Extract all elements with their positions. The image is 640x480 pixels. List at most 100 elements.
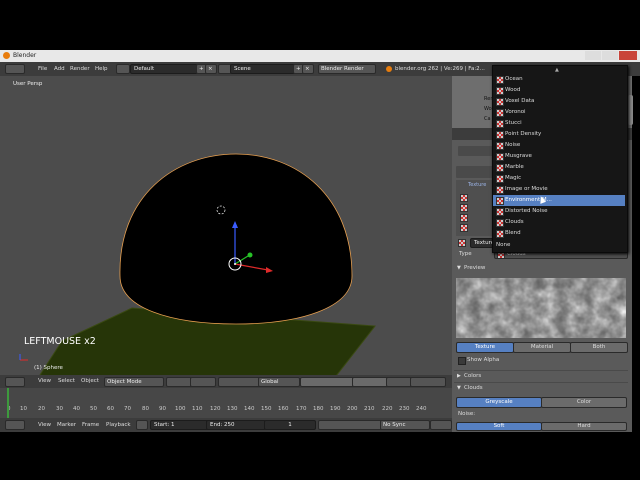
texture-type-dropdown[interactable]: ▲ Ocean Wood Voxel Data Voronoi Stucci P… (492, 65, 628, 253)
autokey-toggle[interactable] (136, 420, 148, 430)
menu-view-timeline[interactable]: View (38, 421, 51, 430)
tick-label: 220 (382, 406, 393, 412)
current-frame-line[interactable] (7, 388, 9, 418)
hard-noise-toggle[interactable]: Hard (541, 422, 627, 431)
menu-help[interactable]: Help (95, 65, 108, 74)
menu-render[interactable]: Render (70, 65, 90, 74)
properties-scrollbar[interactable] (628, 95, 633, 125)
preview-tab-texture[interactable]: Texture (456, 342, 514, 353)
pivot-select[interactable] (190, 377, 216, 387)
colors-panel-header[interactable]: ▶ Colors (454, 370, 628, 381)
tick-label: 70 (124, 406, 131, 412)
tick-label: 240 (416, 406, 427, 412)
tick-label: 150 (261, 406, 272, 412)
keying-set-button[interactable] (430, 420, 452, 430)
current-frame-field[interactable]: 1 (264, 420, 316, 430)
sync-select[interactable]: No Sync (380, 420, 430, 430)
timeline-editor-type[interactable] (5, 420, 25, 430)
preview-tab-both[interactable]: Both (570, 342, 628, 353)
viewport-3d[interactable]: User Persp LEFTMOUSE x2 (1) Sphere (0, 76, 452, 375)
texture-slot-label[interactable]: Texture (468, 182, 486, 188)
menu-frame[interactable]: Frame (82, 421, 99, 430)
outliner-item[interactable]: Ca (484, 116, 491, 122)
close-button[interactable] (619, 51, 637, 60)
layers-grid-2[interactable] (352, 377, 388, 387)
texture-type-option[interactable]: Magic (493, 173, 625, 184)
scene-field[interactable]: Scene (230, 64, 296, 74)
clouds-panel-header[interactable]: ▼ Clouds (454, 382, 628, 393)
outliner-item[interactable]: Wo (484, 106, 492, 112)
end-frame-field[interactable]: End: 250 (206, 420, 266, 430)
active-object-label: (1) Sphere (34, 365, 63, 371)
clouds-title: Clouds (464, 385, 483, 391)
timeline-ruler: 0 10 20 30 40 50 60 70 80 90 100 110 120… (0, 406, 452, 415)
texture-type-option[interactable]: Point Density (493, 129, 625, 140)
menu-file[interactable]: File (38, 65, 47, 74)
minimize-button[interactable] (585, 51, 601, 60)
render-preview-button[interactable] (410, 377, 446, 387)
tick-label: 230 (399, 406, 410, 412)
layers-grid[interactable] (300, 377, 356, 387)
texture-type-option[interactable]: Noise (493, 140, 625, 151)
tick-label: 210 (364, 406, 375, 412)
preview-tab-material[interactable]: Material (513, 342, 571, 353)
soft-noise-toggle[interactable]: Soft (456, 422, 542, 431)
texture-slot-icon (460, 194, 468, 202)
texture-type-option[interactable]: Marble (493, 162, 625, 173)
color-toggle[interactable]: Color (541, 397, 627, 408)
scene-remove-button[interactable]: × (302, 64, 314, 74)
show-alpha-checkbox[interactable] (458, 357, 466, 365)
texture-type-option[interactable]: Image or Movie (493, 184, 625, 195)
screen-layout-icon[interactable] (116, 64, 130, 74)
texture-datablock-icon[interactable] (458, 239, 466, 247)
editor-type-button[interactable] (5, 64, 25, 74)
menu-view[interactable]: View (38, 377, 51, 386)
tick-label: 50 (90, 406, 97, 412)
texture-slot-icon (460, 224, 468, 232)
timeline[interactable]: 0 10 20 30 40 50 60 70 80 90 100 110 120… (0, 388, 452, 418)
texture-type-option-none[interactable]: None (493, 240, 625, 251)
texture-slot-icon (460, 214, 468, 222)
texture-type-option[interactable]: Musgrave (493, 151, 625, 162)
menu-marker[interactable]: Marker (57, 421, 76, 430)
texture-slot-list[interactable]: Texture (456, 180, 496, 236)
window-controls[interactable] (585, 51, 637, 60)
tick-label: 140 (244, 406, 255, 412)
texture-slot-icons[interactable] (456, 166, 496, 178)
texture-type-option[interactable]: Blend (493, 228, 625, 239)
menu-object[interactable]: Object (81, 377, 99, 386)
texture-type-option[interactable]: Wood (493, 85, 625, 96)
view3d-editor-type[interactable] (5, 377, 25, 387)
menu-select[interactable]: Select (58, 377, 75, 386)
tick-label: 90 (159, 406, 166, 412)
maximize-button[interactable] (602, 51, 618, 60)
start-frame-field[interactable]: Start: 1 (150, 420, 210, 430)
tick-label: 20 (38, 406, 45, 412)
texture-type-option[interactable]: Ocean (493, 74, 625, 85)
tick-label: 170 (296, 406, 307, 412)
tick-label: 160 (278, 406, 289, 412)
texture-type-option[interactable]: Stucci (493, 118, 625, 129)
orientation-select[interactable]: Global (258, 377, 300, 387)
tick-label: 80 (142, 406, 149, 412)
screen-remove-button[interactable]: × (205, 64, 217, 74)
greyscale-toggle[interactable]: Greyscale (456, 397, 542, 408)
manipulator-toggle[interactable] (218, 377, 260, 387)
texture-type-option[interactable]: Clouds (493, 217, 625, 228)
scroll-up-arrow-icon[interactable]: ▲ (555, 67, 559, 73)
texture-type-option[interactable]: Voronoi (493, 107, 625, 118)
texture-type-option[interactable]: Voxel Data (493, 96, 625, 107)
timeline-header: View Marker Frame Playback Start: 1 End:… (0, 418, 452, 432)
tick-label: 130 (227, 406, 238, 412)
menu-add[interactable]: Add (54, 65, 65, 74)
snap-toggle[interactable] (386, 377, 412, 387)
menu-playback[interactable]: Playback (106, 421, 131, 430)
screen-layout-field[interactable]: Default (130, 64, 198, 74)
render-engine-select[interactable]: Blender Render (318, 64, 376, 74)
preview-panel-header[interactable]: ▼ Preview (454, 264, 628, 274)
object-mode-select[interactable]: Object Mode (104, 377, 164, 387)
shading-select[interactable] (166, 377, 192, 387)
playback-controls[interactable] (318, 420, 382, 430)
texture-type-option-highlighted[interactable]: Environment M... (493, 195, 625, 206)
texture-type-option[interactable]: Distorted Noise (493, 206, 625, 217)
